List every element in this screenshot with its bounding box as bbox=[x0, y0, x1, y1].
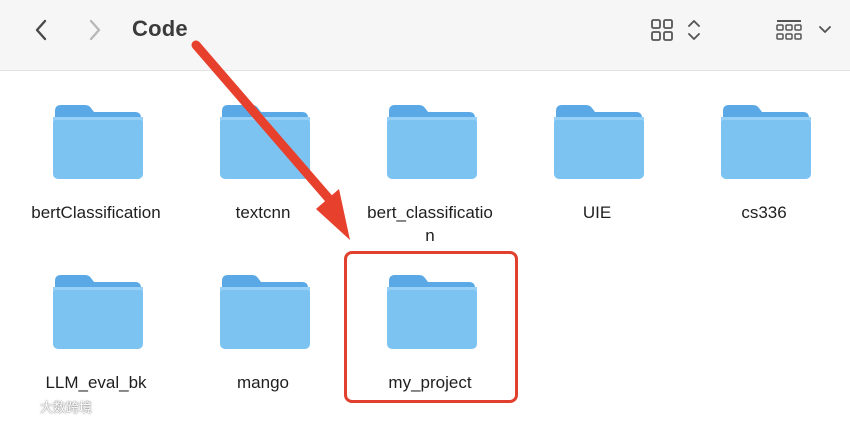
folder-icon bbox=[53, 105, 143, 179]
folder-label: UIE bbox=[582, 203, 612, 222]
back-button[interactable] bbox=[27, 15, 55, 45]
folder-grid: bertClassification textcnn bert_classifi… bbox=[0, 71, 850, 425]
folder-label: bertClassification bbox=[31, 203, 161, 222]
folder-item[interactable]: textcnn bbox=[188, 71, 338, 231]
folder-item[interactable]: cs336 bbox=[689, 71, 839, 231]
view-mode-button[interactable] bbox=[648, 14, 710, 46]
icon-grid-view-icon bbox=[651, 19, 673, 41]
window-title: Code bbox=[132, 16, 188, 41]
watermark-logo-icon bbox=[9, 399, 33, 414]
folder-item[interactable]: bert_classificatio n bbox=[355, 71, 505, 245]
folder-label: textcnn bbox=[235, 203, 291, 222]
toolbar: Code bbox=[0, 0, 850, 71]
group-button[interactable] bbox=[772, 14, 836, 46]
folder-icon bbox=[220, 105, 310, 179]
folder-item[interactable]: UIE bbox=[522, 71, 672, 231]
folder-icon bbox=[554, 105, 644, 179]
folder-label: mango bbox=[237, 373, 289, 392]
folder-icon bbox=[53, 275, 143, 349]
forward-button[interactable] bbox=[81, 15, 109, 45]
watermark: 大数跨境 bbox=[6, 397, 92, 416]
chevron-right-icon bbox=[89, 19, 101, 41]
folder-label: cs336 bbox=[741, 203, 787, 222]
folder-label: LLM_eval_bk bbox=[45, 373, 147, 392]
finder-window: Code bertClassification textcnn bert_cla… bbox=[0, 0, 850, 425]
folder-item[interactable]: mango bbox=[188, 241, 338, 401]
watermark-text: 大数跨境 bbox=[40, 400, 93, 415]
folder-icon bbox=[721, 105, 811, 179]
group-grid-icon bbox=[776, 20, 802, 40]
folder-icon bbox=[387, 105, 477, 179]
folder-item[interactable]: bertClassification bbox=[21, 71, 171, 231]
folder-icon bbox=[220, 275, 310, 349]
folder-item[interactable]: LLM_eval_bk bbox=[21, 241, 171, 401]
chevron-down-icon bbox=[819, 26, 831, 33]
highlight-box bbox=[344, 251, 518, 403]
chevron-left-icon bbox=[35, 19, 47, 41]
chevron-up-down-icon bbox=[688, 20, 700, 40]
